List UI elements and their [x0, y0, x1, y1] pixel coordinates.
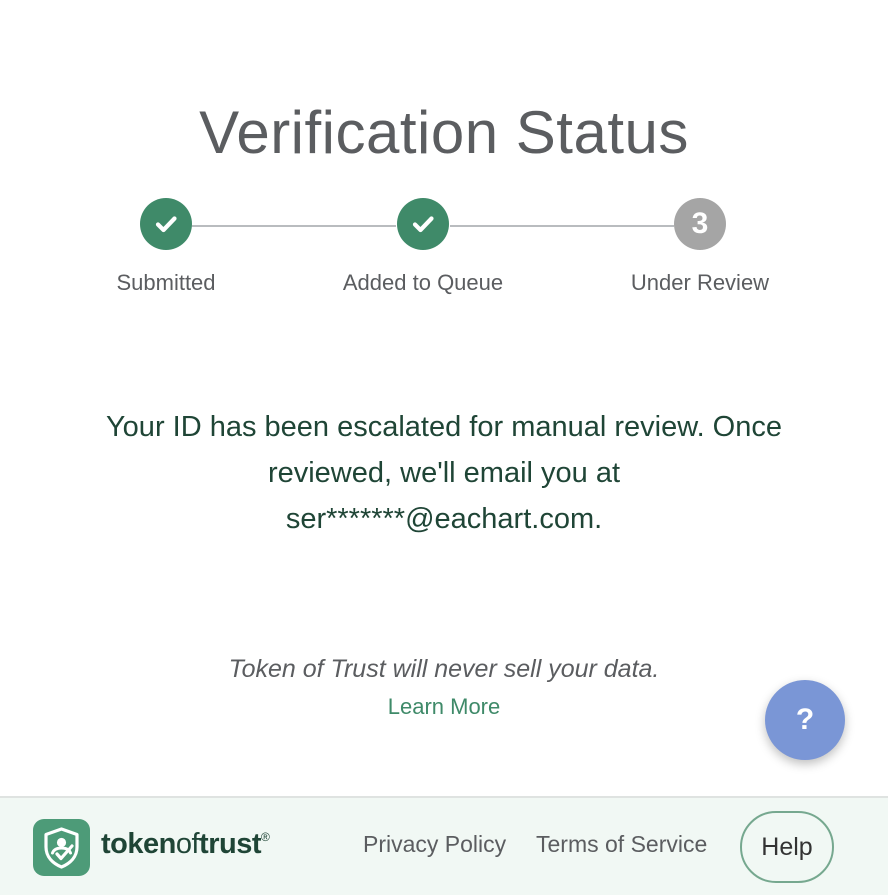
learn-more-link[interactable]: Learn More: [0, 694, 888, 720]
step-1-check-icon: [140, 198, 192, 250]
step-2-check-icon: [397, 198, 449, 250]
step-label-added-to-queue: Added to Queue: [342, 270, 504, 295]
help-fab-button[interactable]: ?: [765, 680, 845, 760]
brand-token: token: [101, 828, 176, 860]
step-label-submitted: Submitted: [116, 270, 216, 295]
brand-trust: trust: [199, 828, 261, 860]
brand-wordmark: tokenoftrust®: [101, 828, 270, 861]
terms-of-service-link[interactable]: Terms of Service: [536, 831, 707, 858]
status-message: Your ID has been escalated for manual re…: [74, 404, 814, 542]
footer: tokenoftrust® Privacy Policy Terms of Se…: [0, 796, 888, 895]
status-message-email: ser*******@eachart.com.: [285, 503, 603, 535]
brand-registered-mark: ®: [260, 830, 270, 844]
step-label-under-review: Under Review: [630, 270, 770, 295]
help-button[interactable]: Help: [740, 811, 834, 883]
page-title: Verification Status: [199, 99, 689, 167]
privacy-policy-link[interactable]: Privacy Policy: [363, 831, 506, 858]
step-3-number: 3: [674, 198, 726, 250]
status-message-line: reviewed, we'll email you at: [267, 457, 621, 489]
step-connector: [192, 225, 396, 227]
privacy-note: Token of Trust will never sell your data…: [228, 655, 660, 683]
progress-stepper: 3 Submitted Added to Queue Under Review: [0, 196, 888, 306]
step-connector: [450, 225, 674, 227]
token-of-trust-logo-icon: [33, 819, 90, 876]
status-message-line: Your ID has been escalated for manual re…: [106, 411, 782, 443]
brand-of: of: [175, 828, 200, 860]
